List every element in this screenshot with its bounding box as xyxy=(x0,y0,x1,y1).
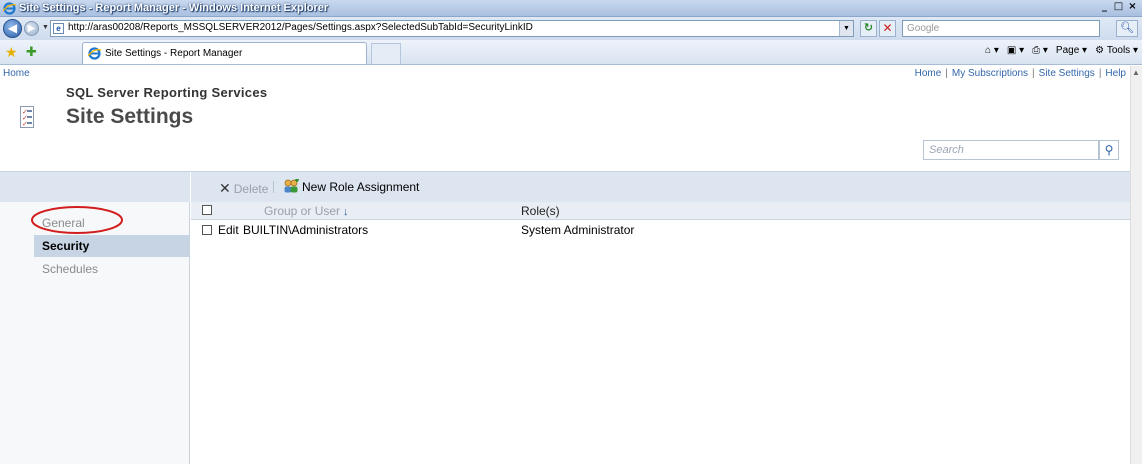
roles-cell: System Administrator xyxy=(521,223,635,237)
delete-button[interactable]: ✕ Delete xyxy=(219,180,268,197)
delete-label: Delete xyxy=(233,182,269,196)
column-header-roles: Role(s) xyxy=(521,204,560,218)
minimize-button[interactable]: _ xyxy=(1098,1,1111,14)
recent-pages-dropdown[interactable]: ▼ xyxy=(42,24,49,31)
grid-header: Group or User ↓ Role(s) xyxy=(191,202,1130,220)
url-field[interactable]: e http://aras00208/Reports_MSSQLSERVER20… xyxy=(50,20,854,37)
toolbar-separator xyxy=(273,181,274,193)
stop-icon[interactable]: ✕ xyxy=(879,20,896,37)
nav-item-schedules[interactable]: Schedules xyxy=(34,258,189,280)
separator: | xyxy=(945,68,948,79)
window-title: Site Settings - Report Manager - Windows… xyxy=(19,2,329,14)
new-role-assignment-label: New Role Assignment xyxy=(302,180,420,194)
link-help[interactable]: Help xyxy=(1105,68,1126,79)
group-or-user-cell: BUILTIN\Administrators xyxy=(243,223,369,237)
favorites-star-icon[interactable]: ★ xyxy=(5,44,18,61)
new-role-assignment-button[interactable]: New Role Assignment xyxy=(283,179,419,194)
separator: | xyxy=(1098,68,1102,79)
column-header-label: Group or User xyxy=(264,204,341,218)
global-links: Home | My Subscriptions | Site Settings | Help xyxy=(915,68,1126,79)
refresh-icon[interactable]: ↻ xyxy=(860,20,877,37)
maximize-button[interactable]: □ xyxy=(1112,1,1125,14)
command-bar: ★ ✚ Site Settings - Report Manager ⌂ ▾ ▣… xyxy=(0,40,1142,65)
sort-down-icon: ↓ xyxy=(343,206,349,218)
role-toolbar: ✕ Delete New Role Assignment xyxy=(191,172,1130,202)
feeds-icon[interactable]: ▣ ▾ xyxy=(1007,45,1024,56)
command-tools: ⌂ ▾ ▣ ▾ ⎙ ▾ Page ▾ ⚙ Tools ▾ xyxy=(985,45,1138,56)
edit-link[interactable]: Edit xyxy=(218,223,239,237)
page-title: Site Settings xyxy=(66,105,194,128)
vertical-scrollbar[interactable]: ▲ xyxy=(1130,66,1142,464)
add-favorites-icon[interactable]: ✚ xyxy=(26,44,37,60)
search-input[interactable] xyxy=(924,141,1094,159)
page-header: ✓ ✓ ✓ SQL Server Reporting Services Site… xyxy=(0,82,1130,134)
column-header-group-or-user[interactable]: Group or User ↓ xyxy=(264,204,349,218)
url-text: http://aras00208/Reports_MSSQLSERVER2012… xyxy=(68,22,533,33)
internet-explorer-icon xyxy=(3,2,16,15)
print-icon[interactable]: ⎙ ▾ xyxy=(1032,45,1048,56)
search-icon[interactable]: ⚲ xyxy=(1099,140,1119,160)
page-icon: e xyxy=(53,23,64,34)
users-icon xyxy=(284,179,299,193)
forward-button[interactable]: ▶ xyxy=(24,21,39,36)
tools-menu-label: Tools xyxy=(1106,45,1131,56)
home-icon[interactable]: ⌂ ▾ xyxy=(985,45,999,56)
internet-explorer-icon xyxy=(88,47,101,60)
window-controls: _ □ × xyxy=(1098,1,1139,14)
top-links-bar: Home Home | My Subscriptions | Site Settings… xyxy=(0,66,1130,82)
left-nav-header xyxy=(0,172,190,202)
row-checkbox[interactable] xyxy=(202,225,212,235)
delete-icon: ✕ xyxy=(219,180,231,196)
url-dropdown-icon[interactable]: ▼ xyxy=(839,21,853,36)
nav-item-security[interactable]: Security xyxy=(34,235,189,257)
address-bar: ◀ ▶ ▼ e http://aras00208/Reports_MSSQLSE… xyxy=(0,17,1142,40)
back-button[interactable]: ◀ xyxy=(3,19,22,38)
separator: | xyxy=(1032,68,1035,79)
link-site-settings[interactable]: Site Settings xyxy=(1039,68,1095,79)
select-all-checkbox[interactable] xyxy=(202,205,212,215)
close-button[interactable]: × xyxy=(1126,1,1139,14)
report-icon: ✓ ✓ ✓ xyxy=(20,106,34,128)
nav-item-general[interactable]: General xyxy=(34,212,189,234)
browser-tab[interactable]: Site Settings - Report Manager xyxy=(82,42,367,64)
scroll-up-icon[interactable]: ▲ xyxy=(1132,68,1140,77)
page-content: Home Home | My Subscriptions | Site Settings… xyxy=(0,66,1130,464)
link-home[interactable]: Home xyxy=(915,68,942,79)
web-search-icon[interactable]: 🔍︎ xyxy=(1116,20,1138,37)
search-field[interactable] xyxy=(923,140,1099,160)
app-title: SQL Server Reporting Services xyxy=(66,85,268,100)
breadcrumb-home[interactable]: Home xyxy=(3,68,30,79)
window-title-bar: Site Settings - Report Manager - Windows… xyxy=(0,0,1142,17)
web-search-field[interactable]: Google xyxy=(902,20,1100,37)
web-search-placeholder: Google xyxy=(907,23,940,34)
table-row: Edit BUILTIN\Administrators System Admin… xyxy=(191,221,1130,239)
page-menu-label: Page xyxy=(1055,45,1080,56)
tools-menu[interactable]: ⚙ Tools ▾ xyxy=(1095,45,1138,56)
tab-label: Site Settings - Report Manager xyxy=(105,48,243,59)
new-tab-button[interactable] xyxy=(371,43,401,64)
link-my-subscriptions[interactable]: My Subscriptions xyxy=(952,68,1028,79)
left-nav: General Security Schedules xyxy=(0,172,190,464)
page-menu[interactable]: Page ▾ xyxy=(1056,45,1087,56)
